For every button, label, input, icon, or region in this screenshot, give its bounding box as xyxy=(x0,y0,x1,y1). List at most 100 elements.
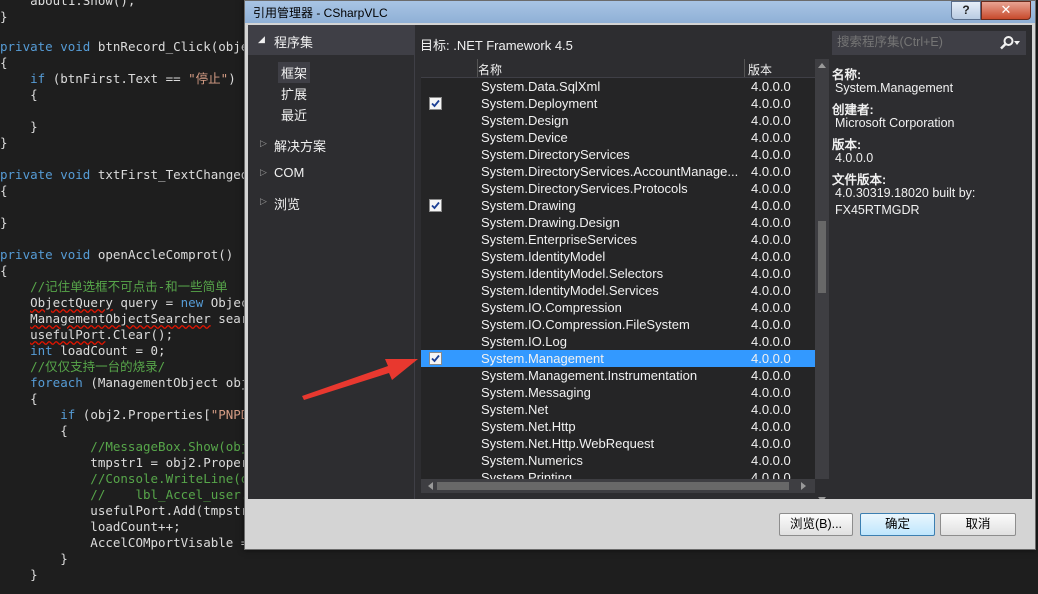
close-button[interactable]: ✕ xyxy=(981,1,1031,20)
assembly-version: 4.0.0.0 xyxy=(751,249,791,264)
collapsed-triangle-icon: ▷ xyxy=(260,138,267,148)
assembly-row[interactable]: System.Net.Http 4.0.0.0 xyxy=(421,418,815,435)
assembly-row[interactable]: System.Net 4.0.0.0 xyxy=(421,401,815,418)
ok-button[interactable]: 确定 xyxy=(860,513,935,536)
search-dropdown-icon[interactable] xyxy=(1014,41,1020,45)
detail-file-version-value: 4.0.30319.18020 built by: xyxy=(835,186,976,200)
assembly-version: 4.0.0.0 xyxy=(751,453,791,468)
category-assemblies[interactable]: ◢ 程序集 xyxy=(248,25,414,55)
code-line: //记住单选框不可点击-和一些简单 xyxy=(0,279,228,294)
assembly-row[interactable]: System.DirectoryServices.AccountManage..… xyxy=(421,163,815,180)
name-column-header[interactable]: 名称 xyxy=(478,61,502,78)
assembly-row[interactable]: System.Messaging 4.0.0.0 xyxy=(421,384,815,401)
assembly-version: 4.0.0.0 xyxy=(751,334,791,349)
assembly-row[interactable]: System.IdentityModel.Services 4.0.0.0 xyxy=(421,282,815,299)
assembly-row[interactable]: System.Net.Http.WebRequest 4.0.0.0 xyxy=(421,435,815,452)
assembly-version: 4.0.0.0 xyxy=(751,130,791,145)
assembly-name: System.IdentityModel.Services xyxy=(481,283,659,298)
title-bar[interactable]: 引用管理器 - CSharpVLC ? ✕ xyxy=(245,1,1035,23)
assembly-row[interactable]: System.IdentityModel 4.0.0.0 xyxy=(421,248,815,265)
code-line: usefulPort.Clear(); xyxy=(30,327,174,342)
assembly-row[interactable]: System.Deployment 4.0.0.0 xyxy=(421,95,815,112)
assembly-name: System.Numerics xyxy=(481,453,583,468)
code-line: if (btnFirst.Text == "停止") xyxy=(30,71,236,86)
assembly-row[interactable]: System.IdentityModel.Selectors 4.0.0.0 xyxy=(421,265,815,282)
assembly-version: 4.0.0.0 xyxy=(751,79,791,94)
scroll-right-icon[interactable] xyxy=(801,482,806,490)
code-line: } xyxy=(0,135,8,150)
detail-creator-value: Microsoft Corporation xyxy=(835,116,955,130)
assembly-list-header: 名称 版本 xyxy=(421,59,815,78)
code-line: { xyxy=(0,55,8,70)
assembly-name: System.Design xyxy=(481,113,569,128)
version-column-header[interactable]: 版本 xyxy=(748,61,772,78)
assembly-version: 4.0.0.0 xyxy=(751,385,791,400)
assembly-checkbox[interactable] xyxy=(429,97,442,110)
category-browse[interactable]: ▷ 浏览 xyxy=(248,193,414,213)
assembly-row[interactable]: System.Data.SqlXml 4.0.0.0 xyxy=(421,78,815,95)
assembly-checkbox[interactable] xyxy=(429,199,442,212)
assembly-row[interactable]: System.IO.Compression.FileSystem 4.0.0.0 xyxy=(421,316,815,333)
browse-button[interactable]: 浏览(B)... xyxy=(779,513,853,536)
assembly-row[interactable]: System.Management 4.0.0.0 xyxy=(421,350,815,367)
assembly-row[interactable]: System.Drawing.Design 4.0.0.0 xyxy=(421,214,815,231)
subitem-recent[interactable]: 最近 xyxy=(278,104,310,125)
assembly-row[interactable]: System.IO.Compression 4.0.0.0 xyxy=(421,299,815,316)
detail-file-version-label: 文件版本: xyxy=(832,173,887,187)
assembly-row[interactable]: System.EnterpriseServices 4.0.0.0 xyxy=(421,231,815,248)
assembly-version: 4.0.0.0 xyxy=(751,317,791,332)
code-line: loadCount++; xyxy=(0,519,181,534)
assembly-row[interactable]: System.Device 4.0.0.0 xyxy=(421,129,815,146)
assembly-version: 4.0.0.0 xyxy=(751,232,791,247)
code-line: } xyxy=(0,119,38,134)
detail-version-value: 4.0.0.0 xyxy=(835,151,874,165)
scroll-left-icon[interactable] xyxy=(428,482,433,490)
code-line: //仅仅支持一台的烧录/ xyxy=(0,359,166,374)
category-com[interactable]: ▷ COM xyxy=(248,164,414,184)
assembly-row[interactable]: System.Numerics 4.0.0.0 xyxy=(421,452,815,469)
cancel-button[interactable]: 取消 xyxy=(940,513,1016,536)
assembly-row[interactable]: System.Design 4.0.0.0 xyxy=(421,112,815,129)
code-line: { xyxy=(0,87,38,102)
assembly-version: 4.0.0.0 xyxy=(751,181,791,196)
search-input[interactable] xyxy=(837,35,997,49)
assembly-name: System.IO.Compression.FileSystem xyxy=(481,317,690,332)
search-box[interactable] xyxy=(832,31,1026,55)
assembly-name: System.Drawing xyxy=(481,198,576,213)
assembly-row[interactable]: System.DirectoryServices.Protocols 4.0.0.… xyxy=(421,180,815,197)
code-line: about1.Show(); xyxy=(0,0,136,8)
help-button[interactable]: ? xyxy=(951,1,981,20)
scroll-up-icon[interactable] xyxy=(818,63,826,68)
category-solution[interactable]: ▷ 解决方案 xyxy=(248,135,414,155)
code-line: { xyxy=(0,263,8,278)
assembly-row[interactable]: System.Printing 4.0.0.0 xyxy=(421,469,815,479)
assembly-name: System.Net.Http xyxy=(481,419,576,434)
assembly-list[interactable]: 名称 版本 System.Data.SqlXml 4.0.0.0 System.De… xyxy=(421,59,815,479)
assembly-row[interactable]: System.IO.Log 4.0.0.0 xyxy=(421,333,815,350)
details-pane: 名称: System.Management 创建者: Microsoft Cor… xyxy=(832,63,1028,220)
vertical-scroll-thumb[interactable] xyxy=(818,221,826,293)
assembly-checkbox[interactable] xyxy=(429,352,442,365)
subitem-framework[interactable]: 框架 xyxy=(278,62,311,83)
search-icon[interactable] xyxy=(999,35,1015,51)
code-line: //MessageBox.Show(obj2. xyxy=(0,439,264,454)
horizontal-scroll-thumb[interactable] xyxy=(437,482,789,490)
assembly-version: 4.0.0.0 xyxy=(751,351,791,366)
code-line: int loadCount = 0; xyxy=(30,343,166,358)
assembly-row[interactable]: System.DirectoryServices 4.0.0.0 xyxy=(421,146,815,163)
subitem-extensions[interactable]: 扩展 xyxy=(278,83,310,104)
code-line: private void btnRecord_Click(object xyxy=(0,39,264,54)
horizontal-scrollbar[interactable] xyxy=(421,479,815,493)
category-pane: ◢ 程序集 框架 扩展 最近 ▷ 解决方案 ▷ COM ▷ 浏览 xyxy=(248,25,415,499)
assembly-row[interactable]: System.Drawing 4.0.0.0 xyxy=(421,197,815,214)
code-line: if (obj2.Properties["PNPDev xyxy=(60,407,264,422)
detail-creator-label: 创建者: xyxy=(832,103,874,117)
assembly-row[interactable]: System.Management.Instrumentation 4.0.0.0 xyxy=(421,367,815,384)
category-browse-label: 浏览 xyxy=(274,197,301,212)
assembly-version: 4.0.0.0 xyxy=(751,368,791,383)
assembly-version: 4.0.0.0 xyxy=(751,300,791,315)
assembly-name: System.Management.Instrumentation xyxy=(481,368,698,383)
assembly-name: System.Net xyxy=(481,402,549,417)
vertical-scrollbar[interactable] xyxy=(815,59,829,502)
checkbox-column-header[interactable] xyxy=(421,59,478,77)
